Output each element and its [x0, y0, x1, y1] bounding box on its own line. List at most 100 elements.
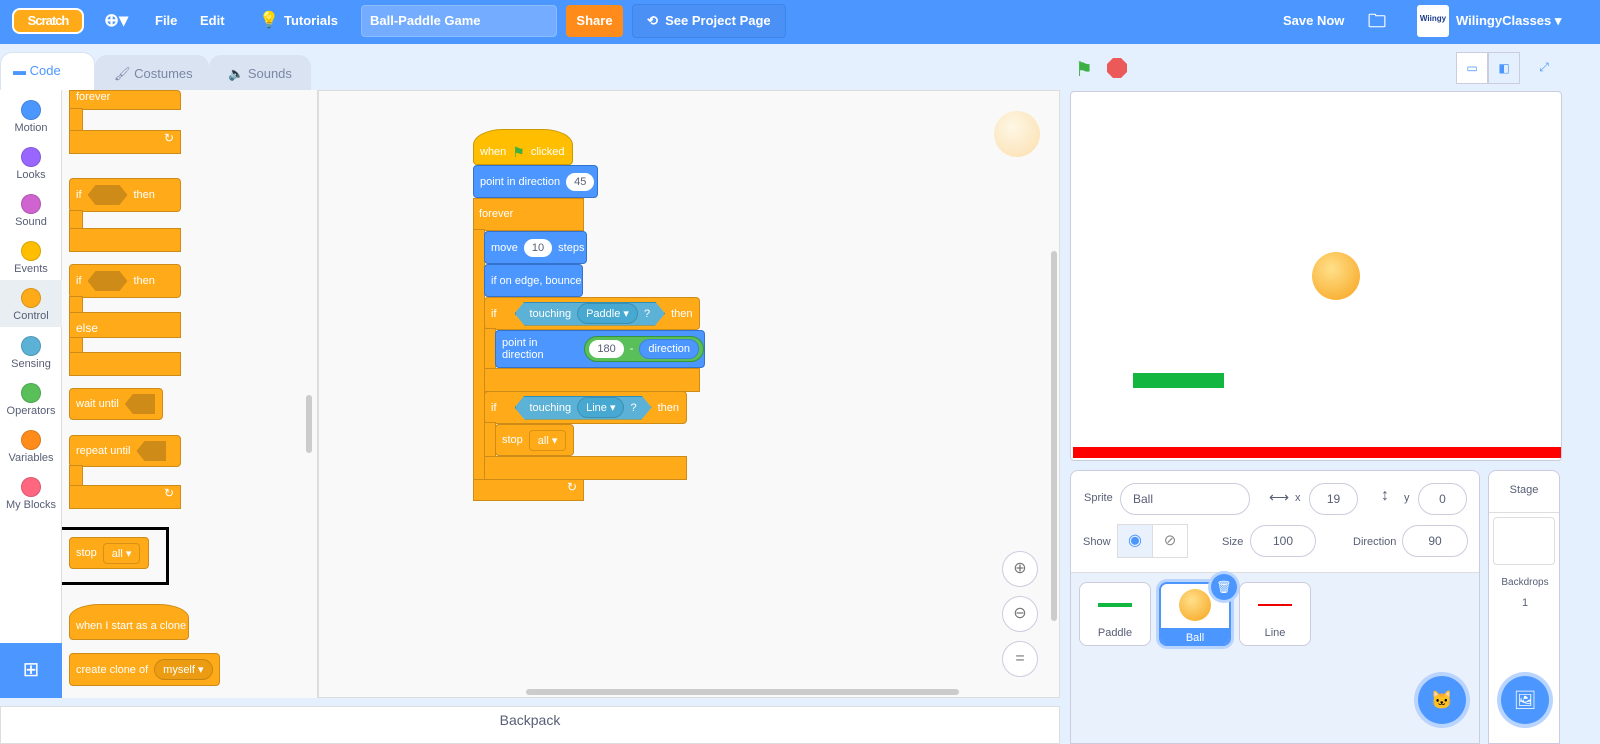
block-arm: [69, 352, 181, 376]
subtract-operator[interactable]: 180- direction: [584, 336, 704, 362]
palette-if-else-block[interactable]: if then: [69, 264, 181, 298]
block-label: if: [76, 275, 82, 287]
events-dot: [21, 241, 41, 261]
stage-selector[interactable]: Stage Backdrops 1 🖼: [1488, 470, 1560, 744]
category-looks[interactable]: Looks: [0, 141, 62, 188]
fullscreen-icon[interactable]: ⤢: [1528, 52, 1560, 84]
vertical-scrollbar[interactable]: [1051, 251, 1057, 621]
save-now-button[interactable]: Save Now: [1283, 13, 1344, 28]
category-label: Operators: [6, 405, 56, 417]
see-project-page-button[interactable]: ⟲ See Project Page: [632, 4, 786, 38]
clone-dropdown[interactable]: myself ▾: [154, 659, 213, 680]
show-label: Show: [1083, 536, 1111, 548]
avatar[interactable]: Wiingy: [1417, 5, 1449, 37]
backpack[interactable]: Backpack: [0, 706, 1060, 744]
sprite-tile-paddle[interactable]: Paddle: [1079, 582, 1151, 646]
category-my-blocks[interactable]: My Blocks: [0, 471, 62, 518]
backdrops-label: Backdrops: [1501, 577, 1549, 588]
category-sound[interactable]: Sound: [0, 188, 62, 235]
sprite-name-input[interactable]: Ball: [1120, 483, 1250, 515]
stop-dropdown[interactable]: all ▾: [528, 429, 567, 451]
choose-backdrop-icon[interactable]: 🖼: [1501, 676, 1549, 724]
hide-eye-icon[interactable]: ⊘: [1152, 524, 1188, 558]
if-touching-paddle-block[interactable]: if touching Paddle ▾? then: [484, 297, 700, 330]
palette-forever-block[interactable]: forever: [69, 90, 181, 110]
category-control[interactable]: Control: [0, 280, 62, 327]
share-button[interactable]: Share: [566, 5, 623, 37]
globe-icon[interactable]: ⊕▾: [104, 10, 128, 31]
zoom-out-icon[interactable]: ⊖: [1002, 596, 1038, 632]
account-menu[interactable]: WilingyClasses ▾: [1456, 13, 1561, 29]
edit-menu[interactable]: Edit: [200, 13, 225, 28]
category-motion[interactable]: Motion: [0, 94, 62, 141]
folder-icon[interactable]: 🗀: [1368, 9, 1386, 39]
when-flag-clicked-block[interactable]: when ⚑ clicked: [473, 129, 573, 165]
ball-sprite[interactable]: [1312, 252, 1360, 300]
block-label: point in direction: [502, 337, 544, 361]
choose-sprite-cat-icon[interactable]: 🐱: [1418, 676, 1466, 724]
touching-line-condition[interactable]: touching Line ▾?: [515, 396, 652, 420]
x-input[interactable]: 19: [1309, 483, 1358, 515]
category-menu: Motion Looks Sound Events Control Sensin…: [0, 90, 62, 644]
backdrop-thumbnail[interactable]: [1493, 517, 1555, 565]
stop-block[interactable]: stop all ▾: [495, 424, 574, 456]
palette-stop-block[interactable]: stop all ▾: [69, 537, 149, 569]
add-extension-button[interactable]: ⊞: [0, 643, 62, 698]
palette-if-then-block[interactable]: if then: [69, 178, 181, 212]
bounce-block[interactable]: if on edge, bounce: [484, 264, 583, 297]
tutorials-menu[interactable]: Tutorials: [284, 13, 338, 28]
stage-canvas[interactable]: [1070, 91, 1562, 461]
touching-dropdown[interactable]: Paddle ▾: [577, 303, 638, 324]
palette-scrollbar[interactable]: [306, 395, 312, 453]
steps-input[interactable]: 10: [523, 238, 553, 257]
stop-icon[interactable]: [1107, 58, 1127, 78]
zoom-reset-icon[interactable]: =: [1002, 641, 1038, 677]
tab-sounds[interactable]: 🔈 Sounds: [209, 55, 311, 91]
show-eye-icon[interactable]: ◉: [1117, 524, 1153, 558]
block-label: when I start as a clone: [76, 620, 187, 632]
project-title-input[interactable]: Ball-Paddle Game: [361, 5, 557, 37]
stop-dropdown[interactable]: all ▾: [102, 542, 141, 564]
y-input[interactable]: 0: [1418, 483, 1467, 515]
palette-create-clone-block[interactable]: create clone of myself ▾: [69, 653, 220, 686]
tab-code[interactable]: ▬ Code: [0, 52, 95, 91]
direction-input[interactable]: 90: [1402, 525, 1468, 557]
forever-block[interactable]: forever: [473, 198, 584, 231]
size-input[interactable]: 100: [1250, 525, 1316, 557]
category-variables[interactable]: Variables: [0, 424, 62, 471]
delete-sprite-trash-icon[interactable]: 🗑: [1211, 574, 1237, 600]
touching-paddle-condition[interactable]: touching Paddle ▾?: [515, 302, 666, 326]
small-stage-button[interactable]: ▭: [1456, 52, 1488, 84]
point-in-direction-block[interactable]: point in direction 180- direction: [495, 330, 705, 368]
palette-repeat-until-block[interactable]: repeat until: [69, 435, 181, 467]
zoom-in-icon[interactable]: ⊕: [1002, 551, 1038, 587]
sprite-tile-line[interactable]: Line: [1239, 582, 1311, 646]
paddle-sprite[interactable]: [1133, 373, 1224, 388]
palette-when-clone-start-block[interactable]: when I start as a clone: [69, 604, 189, 640]
tab-costumes[interactable]: 🖌 Costumes: [95, 55, 209, 91]
scratch-logo[interactable]: Scratch: [12, 8, 84, 34]
palette-wait-until-block[interactable]: wait until: [69, 388, 163, 420]
move-steps-block[interactable]: move 10 steps: [484, 231, 587, 264]
sprite-tile-label: Ball: [1161, 628, 1229, 644]
direction-input[interactable]: 45: [566, 172, 595, 191]
category-events[interactable]: Events: [0, 235, 62, 282]
if-touching-line-block[interactable]: if touching Line ▾? then: [484, 391, 687, 424]
green-flag-icon[interactable]: ⚑: [1075, 57, 1093, 82]
normal-stage-button[interactable]: ◧: [1488, 52, 1520, 84]
sprite-thumbnail: [994, 111, 1040, 157]
script-area[interactable]: when ⚑ clicked point in direction 45 foreve…: [318, 90, 1060, 698]
category-operators[interactable]: Operators: [0, 377, 62, 424]
code-icon: ▬: [13, 63, 30, 78]
touching-dropdown[interactable]: Line ▾: [577, 397, 624, 418]
horizontal-scrollbar[interactable]: [526, 689, 959, 695]
block-label: touching: [529, 307, 572, 320]
loop-arrow-icon: ↻: [473, 479, 584, 501]
line-sprite[interactable]: [1073, 447, 1561, 458]
file-menu[interactable]: File: [155, 13, 177, 28]
point-in-direction-block[interactable]: point in direction 45: [473, 165, 598, 198]
category-sensing[interactable]: Sensing: [0, 330, 62, 377]
direction-reporter[interactable]: direction: [639, 339, 699, 359]
remix-icon: ⟲: [647, 13, 662, 28]
operand-input[interactable]: 180: [589, 340, 624, 358]
